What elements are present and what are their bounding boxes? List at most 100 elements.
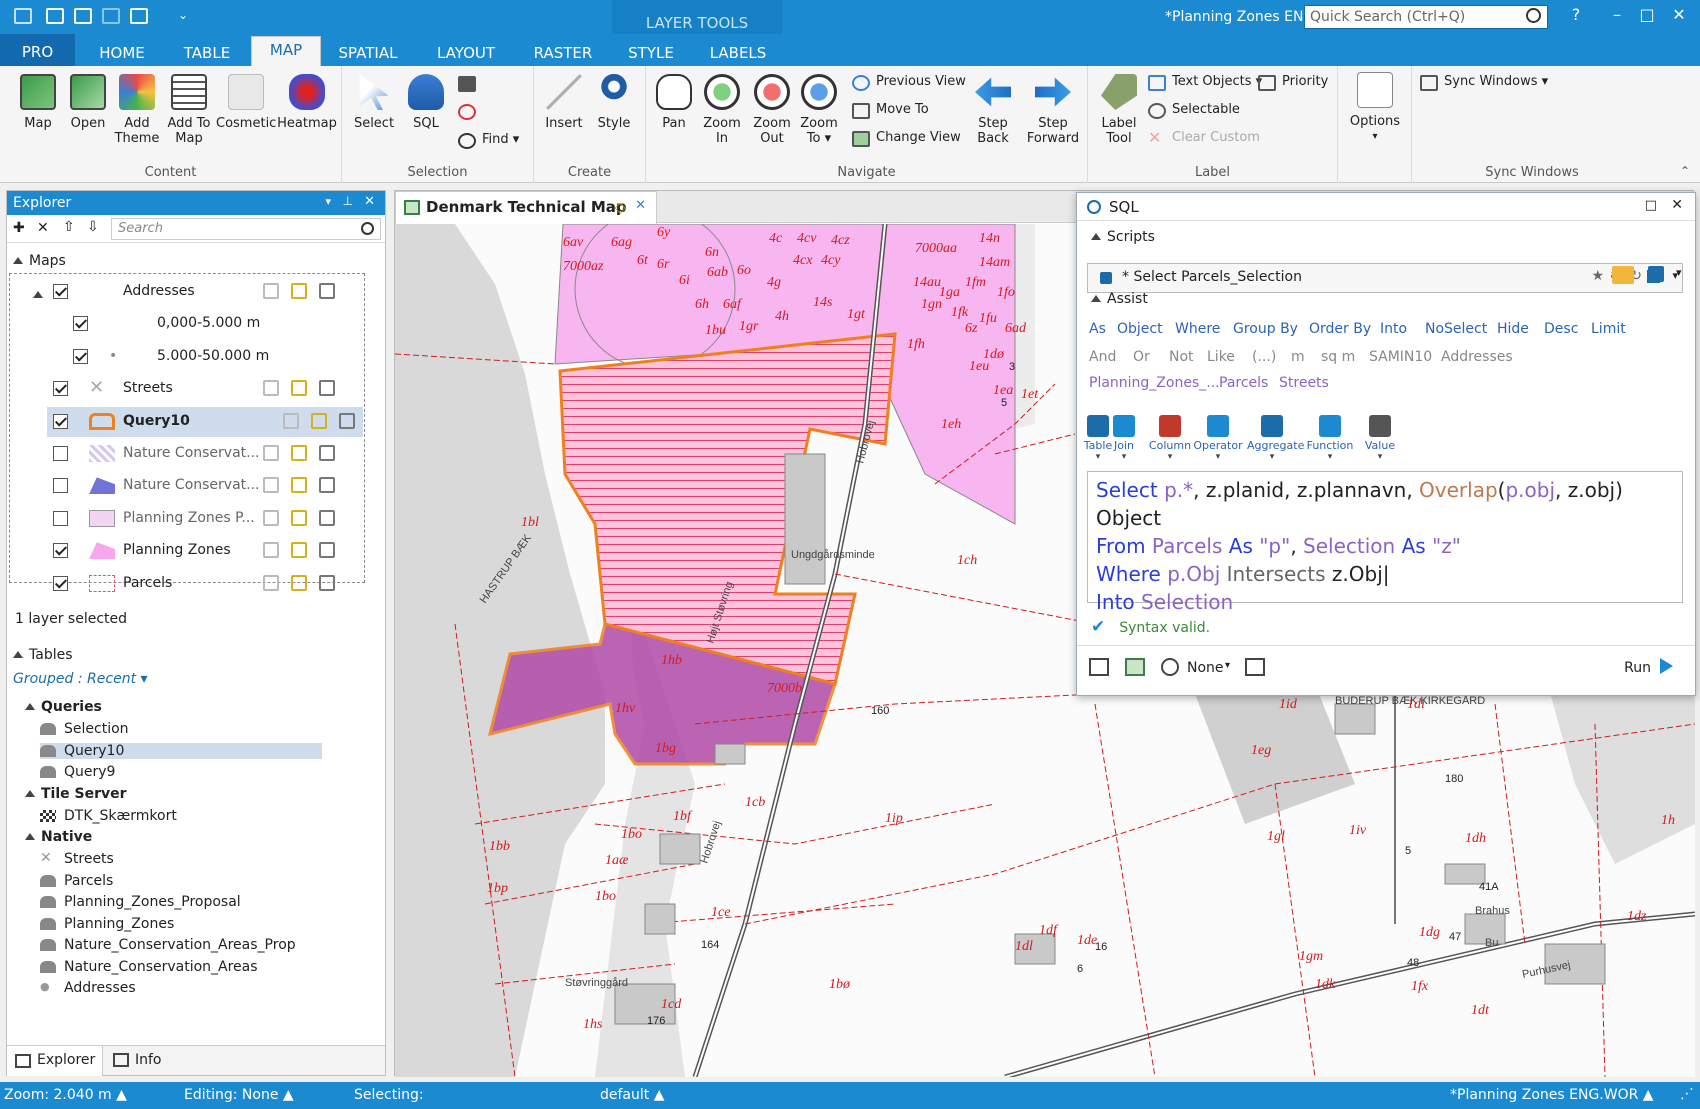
move-to-button[interactable]: Move To	[852, 102, 929, 119]
new-script-dropdown-icon[interactable]: ▾	[1676, 266, 1682, 279]
table-item[interactable]: Planning_Zones	[40, 916, 174, 932]
assist-keyword[interactable]: Hide	[1497, 321, 1529, 337]
find-button[interactable]: Find ▾	[458, 132, 519, 149]
close-button[interactable]: ✕	[1668, 5, 1690, 24]
assist-keyword[interactable]: Into	[1380, 321, 1407, 337]
assist-keyword[interactable]: m	[1291, 349, 1305, 365]
assist-keyword[interactable]: Or	[1133, 349, 1150, 365]
assist-keyword[interactable]: Like	[1207, 349, 1235, 365]
assist-keyword[interactable]: Streets	[1279, 375, 1329, 391]
explorer-dropdown-icon[interactable]: ▾	[325, 195, 331, 208]
maps-section-header[interactable]: Maps	[13, 253, 66, 269]
explorer-close-icon[interactable]: ✕	[364, 194, 375, 209]
edit-icon[interactable]	[263, 380, 279, 397]
selectable-icon[interactable]	[291, 477, 307, 494]
script-selector[interactable]: * Select Parcels_Selection ★ ab ↻ ▾	[1087, 263, 1683, 293]
step-forward-button[interactable]: Step Forward	[1022, 74, 1084, 146]
assist-keyword[interactable]: NoSelect	[1425, 321, 1487, 337]
scripts-section-header[interactable]: Scripts	[1091, 229, 1155, 245]
export-icon[interactable]	[1245, 658, 1265, 676]
layer-row[interactable]: Addresses	[7, 277, 363, 307]
sql-editor[interactable]: Select p.*, z.planid, z.plannavn, Overla…	[1087, 471, 1683, 614]
pan-button[interactable]: Pan	[652, 74, 696, 131]
assist-keyword[interactable]: Planning_Zones_...	[1089, 375, 1220, 391]
style-results-icon[interactable]	[1161, 658, 1179, 676]
new-icon[interactable]	[46, 8, 64, 24]
default-status[interactable]: default ▲	[600, 1087, 664, 1103]
assist-keyword[interactable]: Not	[1169, 349, 1194, 365]
assist-keyword[interactable]: Object	[1117, 321, 1163, 337]
move-down-icon[interactable]: ⇩	[87, 219, 99, 235]
layer-visibility-checkbox[interactable]	[53, 284, 68, 299]
options-button[interactable]: Options ▾	[1344, 72, 1406, 144]
info-tab[interactable]: Info	[113, 1052, 162, 1068]
assist-keyword[interactable]: Group By	[1233, 321, 1298, 337]
layer-row[interactable]: Parcels	[7, 569, 363, 599]
edit-icon[interactable]	[283, 412, 299, 429]
assist-keyword[interactable]: Limit	[1591, 321, 1626, 337]
tab-style[interactable]: STYLE	[618, 40, 684, 66]
tab-spatial[interactable]: SPATIAL	[328, 40, 408, 66]
map-tab-close-icon[interactable]: ✕	[635, 198, 646, 213]
assist-keyword[interactable]: SAMIN10	[1369, 349, 1432, 365]
edit-icon[interactable]	[263, 509, 279, 526]
tab-layout[interactable]: LAYOUT	[424, 40, 508, 66]
edit-icon[interactable]	[263, 542, 279, 559]
selectable-icon[interactable]	[291, 380, 307, 397]
layer-visibility-checkbox[interactable]	[73, 316, 88, 332]
sql-maximize-icon[interactable]: □	[1645, 198, 1657, 213]
assist-button[interactable]: Join ▾	[1099, 415, 1149, 462]
clickable-icon[interactable]	[319, 509, 335, 526]
tab-home[interactable]: HOME	[86, 40, 158, 66]
change-view-button[interactable]: Change View	[852, 130, 961, 147]
selectable-icon[interactable]	[311, 412, 327, 429]
assist-section-header[interactable]: Assist	[1091, 291, 1148, 307]
text-objects-button[interactable]: Text Objects ▾	[1148, 74, 1262, 91]
selectable-icon[interactable]	[291, 574, 307, 591]
assist-button[interactable]: Operator ▾	[1193, 415, 1243, 462]
explorer-pin-icon[interactable]: ⊥	[343, 194, 353, 208]
layer-visibility-checkbox[interactable]	[53, 413, 68, 429]
tab-raster[interactable]: RASTER	[524, 40, 602, 66]
editing-status[interactable]: Editing: None ▲	[184, 1087, 294, 1103]
table-item[interactable]: DTK_Skærmkort	[40, 808, 177, 824]
layer-visibility-checkbox[interactable]	[53, 478, 68, 494]
table-item[interactable]: Nature_Conservation_Areas	[40, 959, 258, 975]
help-button[interactable]: ?	[1565, 5, 1587, 24]
sql-close-icon[interactable]: ✕	[1671, 197, 1683, 213]
heatmap-button[interactable]: Heatmap	[276, 74, 338, 131]
assist-button[interactable]: Value ▾	[1355, 415, 1405, 462]
table-group-header[interactable]: Queries	[25, 699, 102, 715]
layer-visibility-checkbox[interactable]	[53, 575, 68, 591]
selecting-status[interactable]: Selecting:	[354, 1087, 424, 1103]
favorite-icon[interactable]: ★	[1591, 268, 1604, 284]
layer-visibility-checkbox[interactable]	[53, 446, 68, 461]
selectable-icon[interactable]	[291, 445, 307, 461]
move-up-icon[interactable]: ⇧	[63, 219, 75, 235]
clickable-icon[interactable]	[319, 380, 335, 397]
assist-button[interactable]: Column ▾	[1145, 415, 1195, 462]
assist-keyword[interactable]: sq m	[1321, 349, 1355, 365]
open-button[interactable]: Open	[64, 74, 112, 131]
add-theme-button[interactable]: Add Theme	[112, 74, 162, 146]
zoom-status[interactable]: Zoom: 2.040 m ▲	[4, 1087, 127, 1103]
select-tool-icon[interactable]	[458, 76, 476, 92]
tables-section-header[interactable]: Tables	[13, 647, 73, 663]
browse-results-icon[interactable]	[1089, 658, 1109, 676]
play-icon[interactable]	[1660, 658, 1673, 674]
grouped-dropdown[interactable]: Grouped : Recent ▾	[13, 671, 148, 687]
edit-icon[interactable]	[263, 477, 279, 494]
assist-button[interactable]: Function ▾	[1305, 415, 1355, 462]
assist-keyword[interactable]: Desc	[1544, 321, 1578, 337]
layer-visibility-checkbox[interactable]	[53, 381, 68, 397]
assist-keyword[interactable]: As	[1089, 321, 1106, 337]
explorer-tab[interactable]: Explorer	[7, 1046, 103, 1076]
workspace-status[interactable]: *Planning Zones ENG.WOR ▲	[1450, 1087, 1654, 1103]
layer-visibility-checkbox[interactable]	[53, 543, 68, 559]
assist-keyword[interactable]: Addresses	[1441, 349, 1513, 365]
collapse-icon[interactable]	[33, 291, 43, 298]
assist-keyword[interactable]: Order By	[1309, 321, 1371, 337]
open-folder-icon[interactable]	[1612, 266, 1634, 284]
table-item[interactable]: Selection	[40, 721, 129, 737]
table-item[interactable]: Query9	[40, 764, 115, 780]
